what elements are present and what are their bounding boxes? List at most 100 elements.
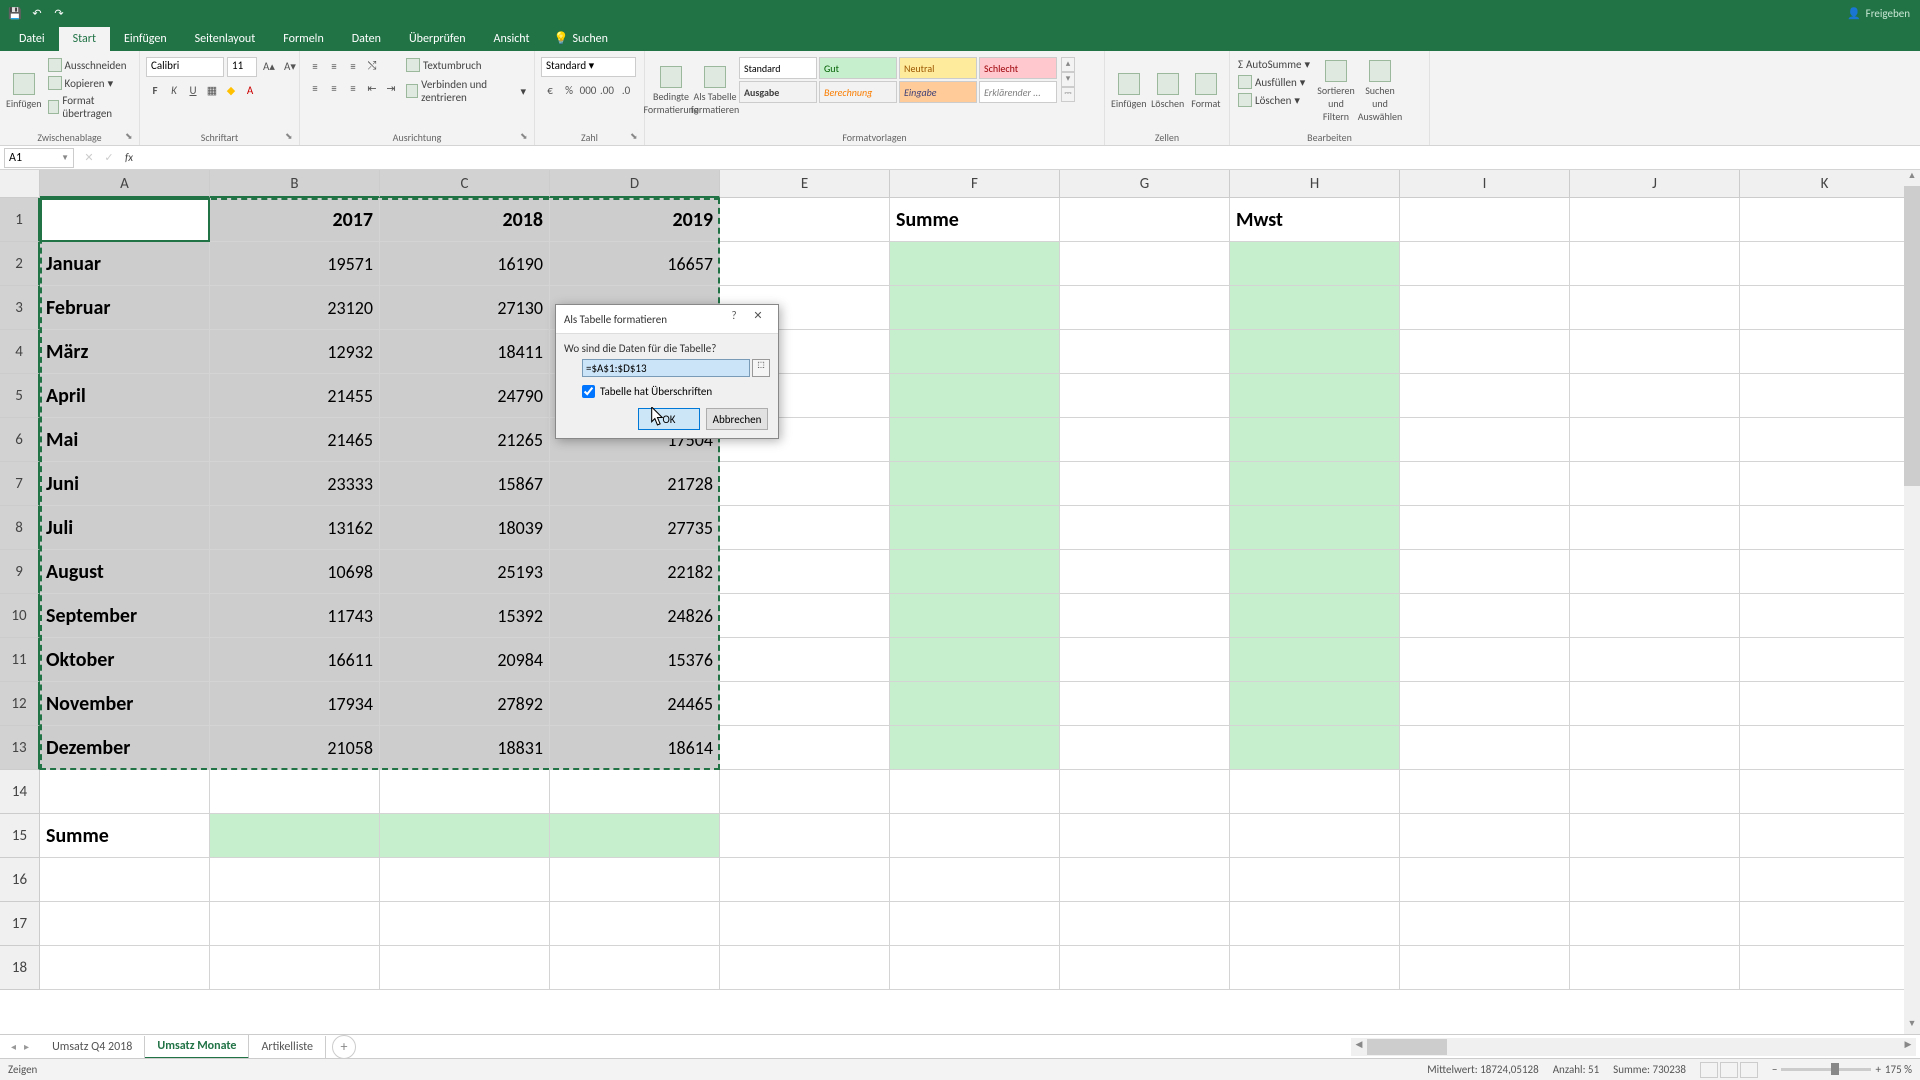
shrink-font-button[interactable]: A▾ — [281, 57, 299, 75]
row-header[interactable]: 11 — [0, 638, 40, 682]
cell[interactable] — [1230, 242, 1400, 286]
view-page-break-button[interactable] — [1740, 1062, 1758, 1078]
cell[interactable]: 15392 — [380, 594, 550, 638]
style-erklar[interactable]: Erklärender ... — [979, 81, 1057, 103]
find-select-button[interactable]: Suchen und Auswählen — [1360, 57, 1400, 125]
cell[interactable] — [720, 550, 890, 594]
align-right-button[interactable]: ≡ — [344, 79, 362, 97]
cell[interactable] — [890, 946, 1060, 990]
cell[interactable] — [1400, 330, 1570, 374]
fill-button[interactable]: Ausfüllen ▾ — [1236, 74, 1312, 90]
cell[interactable] — [1400, 902, 1570, 946]
cell[interactable]: 11743 — [210, 594, 380, 638]
cell[interactable] — [720, 946, 890, 990]
dialog-launcher-icon[interactable]: ⬊ — [630, 131, 642, 143]
cell[interactable] — [1060, 242, 1230, 286]
horizontal-scrollbar[interactable]: ◀ ▶ — [1351, 1038, 1916, 1056]
tab-formulas[interactable]: Formeln — [269, 27, 337, 51]
format-as-table-button[interactable]: Als Tabelle formatieren — [695, 57, 735, 125]
checkbox-input[interactable] — [582, 385, 595, 398]
fill-color-button[interactable]: ◆ — [222, 81, 240, 99]
cell[interactable] — [1060, 506, 1230, 550]
column-header[interactable]: C — [380, 170, 550, 198]
cell[interactable] — [1740, 770, 1910, 814]
currency-button[interactable]: € — [541, 81, 559, 99]
column-header[interactable]: A — [40, 170, 210, 198]
cell[interactable] — [720, 814, 890, 858]
format-painter-button[interactable]: Format übertragen — [46, 93, 133, 121]
cell-styles-gallery[interactable]: Standard Gut Neutral Schlecht Ausgabe Be… — [739, 57, 1057, 103]
border-button[interactable]: ▦ — [203, 81, 221, 99]
cell[interactable] — [550, 770, 720, 814]
cell[interactable] — [1230, 550, 1400, 594]
cell[interactable] — [1400, 682, 1570, 726]
cell[interactable] — [1400, 770, 1570, 814]
cell[interactable] — [720, 242, 890, 286]
row-header[interactable]: 4 — [0, 330, 40, 374]
cell[interactable] — [720, 726, 890, 770]
row-header[interactable]: 14 — [0, 770, 40, 814]
cell[interactable] — [1230, 946, 1400, 990]
tab-view[interactable]: Ansicht — [480, 27, 544, 51]
cell[interactable]: 15867 — [380, 462, 550, 506]
percent-button[interactable]: % — [560, 81, 578, 99]
cell[interactable] — [1060, 418, 1230, 462]
number-format-select[interactable]: Standard ▾ — [541, 57, 636, 77]
cell[interactable] — [550, 946, 720, 990]
cell[interactable] — [1060, 594, 1230, 638]
font-name-select[interactable]: Calibri — [146, 57, 224, 77]
cell[interactable] — [890, 286, 1060, 330]
dialog-range-input[interactable] — [582, 359, 750, 377]
row-header[interactable]: 8 — [0, 506, 40, 550]
cell[interactable] — [1230, 682, 1400, 726]
clear-button[interactable]: Löschen ▾ — [1236, 92, 1312, 108]
tab-data[interactable]: Daten — [338, 27, 395, 51]
cell[interactable]: 24790 — [380, 374, 550, 418]
cell[interactable]: 21265 — [380, 418, 550, 462]
cell[interactable] — [1400, 242, 1570, 286]
cell[interactable] — [380, 858, 550, 902]
align-left-button[interactable]: ≡ — [306, 79, 324, 97]
tell-me-search[interactable]: 💡 Suchen — [544, 26, 618, 51]
cell[interactable]: 24465 — [550, 682, 720, 726]
cell[interactable] — [1060, 462, 1230, 506]
cell[interactable]: 18831 — [380, 726, 550, 770]
sort-filter-button[interactable]: Sortieren und Filtern — [1316, 57, 1356, 125]
cell[interactable] — [1570, 858, 1740, 902]
tab-start[interactable]: Start — [59, 27, 110, 51]
cell[interactable] — [1740, 286, 1910, 330]
cell[interactable] — [1400, 726, 1570, 770]
cell[interactable] — [720, 198, 890, 242]
style-gallery-scroll[interactable]: ▴▾⎓ — [1061, 57, 1075, 102]
cell[interactable]: 21465 — [210, 418, 380, 462]
style-ausgabe[interactable]: Ausgabe — [739, 81, 817, 103]
tab-layout[interactable]: Seitenlayout — [181, 27, 270, 51]
sheet-tab[interactable]: Artikelliste — [249, 1036, 326, 1058]
cell[interactable] — [40, 858, 210, 902]
cell[interactable] — [210, 858, 380, 902]
cell[interactable] — [1570, 726, 1740, 770]
cell[interactable] — [1230, 770, 1400, 814]
zoom-out-icon[interactable]: − — [1772, 1063, 1777, 1076]
zoom-in-icon[interactable]: + — [1875, 1063, 1880, 1076]
cell[interactable] — [1230, 330, 1400, 374]
view-normal-button[interactable] — [1700, 1062, 1718, 1078]
cell[interactable]: 17934 — [210, 682, 380, 726]
cell[interactable] — [720, 594, 890, 638]
cell[interactable] — [1060, 286, 1230, 330]
row-header[interactable]: 13 — [0, 726, 40, 770]
cell[interactable] — [720, 462, 890, 506]
row-header[interactable]: 17 — [0, 902, 40, 946]
cell[interactable]: 21455 — [210, 374, 380, 418]
vertical-scrollbar[interactable]: ▲ ▼ — [1904, 170, 1920, 1034]
cell[interactable]: 27130 — [380, 286, 550, 330]
cell[interactable] — [1570, 374, 1740, 418]
row-header[interactable]: 9 — [0, 550, 40, 594]
cell[interactable] — [1230, 374, 1400, 418]
cell[interactable] — [1740, 198, 1910, 242]
cell[interactable] — [1230, 902, 1400, 946]
cell[interactable]: 21728 — [550, 462, 720, 506]
save-icon[interactable]: 💾 — [6, 4, 24, 22]
copy-button[interactable]: Kopieren ▾ — [46, 75, 133, 91]
tab-review[interactable]: Überprüfen — [395, 27, 480, 51]
